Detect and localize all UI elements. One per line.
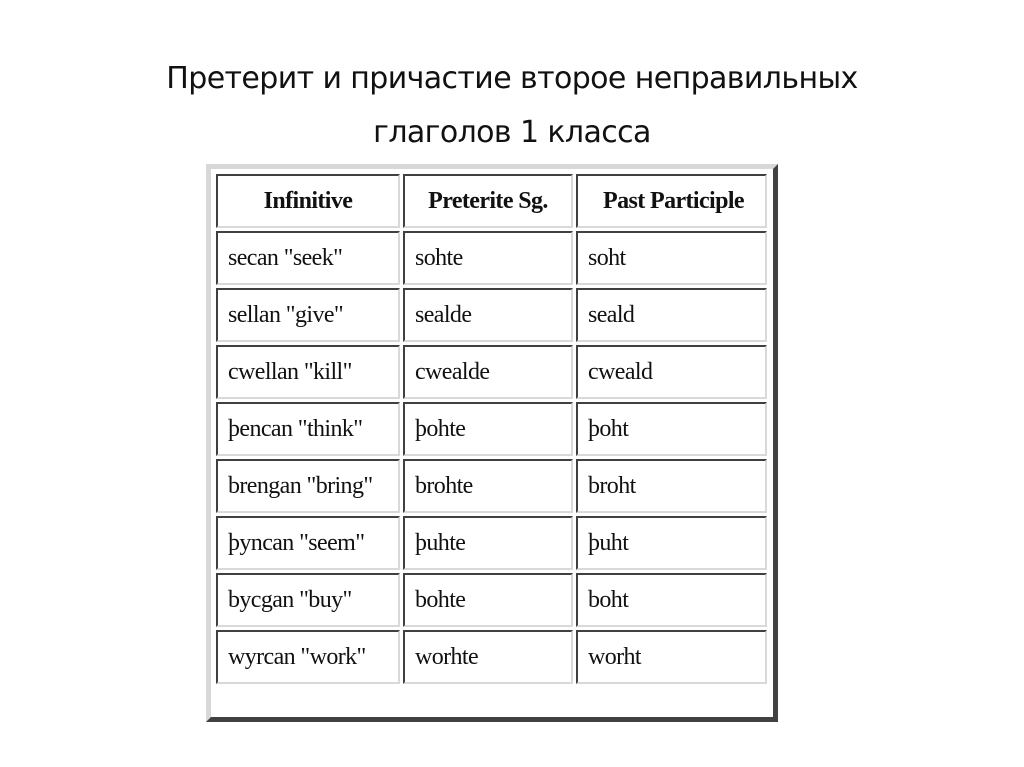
header-infinitive: Infinitive [216,174,400,228]
cell-infinitive: secan "seek" [216,231,400,285]
cell-preterite: worhte [403,630,573,684]
cell-infinitive: wyrcan "work" [216,630,400,684]
cell-participle: soht [576,231,767,285]
slide-title: Претерит и причастие второе неправильных… [0,52,1024,160]
cell-participle: worht [576,630,767,684]
cell-infinitive: þyncan "seem" [216,516,400,570]
cell-infinitive: sellan "give" [216,288,400,342]
verb-table-frame: Infinitive Preterite Sg. Past Participle… [206,164,778,722]
cell-preterite: bohte [403,573,573,627]
slide-title-line-2: глаголов 1 класса [373,115,651,150]
slide-title-line-1: Претерит и причастие второе неправильных [166,61,858,96]
header-past-participle: Past Participle [576,174,767,228]
table-row: brengan "bring" brohte broht [216,459,767,513]
verb-forms-table: Infinitive Preterite Sg. Past Participle… [213,171,770,687]
header-preterite-sg: Preterite Sg. [403,174,573,228]
table-row: þyncan "seem" þuhte þuht [216,516,767,570]
table-row: wyrcan "work" worhte worht [216,630,767,684]
table-header-row: Infinitive Preterite Sg. Past Participle [216,174,767,228]
cell-participle: cweald [576,345,767,399]
cell-preterite: sohte [403,231,573,285]
table-row: cwellan "kill" cwealde cweald [216,345,767,399]
cell-preterite: cwealde [403,345,573,399]
table-row: sellan "give" sealde seald [216,288,767,342]
cell-infinitive: brengan "bring" [216,459,400,513]
cell-infinitive: þencan "think" [216,402,400,456]
cell-participle: boht [576,573,767,627]
cell-participle: þoht [576,402,767,456]
cell-infinitive: bycgan "buy" [216,573,400,627]
cell-preterite: þuhte [403,516,573,570]
table-row: secan "seek" sohte soht [216,231,767,285]
cell-preterite: þohte [403,402,573,456]
cell-participle: þuht [576,516,767,570]
cell-participle: seald [576,288,767,342]
table-row: bycgan "buy" bohte boht [216,573,767,627]
table-row: þencan "think" þohte þoht [216,402,767,456]
cell-infinitive: cwellan "kill" [216,345,400,399]
cell-preterite: brohte [403,459,573,513]
cell-participle: broht [576,459,767,513]
cell-preterite: sealde [403,288,573,342]
